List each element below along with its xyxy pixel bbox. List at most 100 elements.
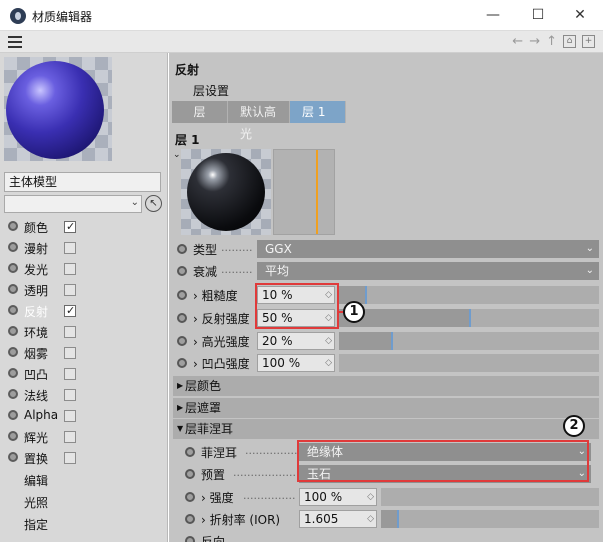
ior-row: › 折射率 (IOR) 1.605 ◇ (177, 509, 603, 529)
new-window-icon[interactable]: + (582, 35, 595, 48)
attenuation-row: 衰减 ........... 平均 ⌄ (169, 261, 603, 281)
layer-preview[interactable] (181, 149, 271, 235)
bump-strength-input[interactable]: 100 % ◇ (257, 354, 335, 372)
material-combo[interactable]: ⌄ (4, 195, 142, 213)
bump-strength-row: › 凹凸强度 100 % ◇ (169, 353, 603, 373)
leader-dots: ............... (245, 444, 297, 457)
animate-dot-icon[interactable] (177, 266, 187, 276)
group-layer-color[interactable]: ▶ 层颜色 (173, 376, 599, 396)
channel-checkbox[interactable] (64, 242, 76, 254)
specular-strength-slider[interactable] (339, 332, 599, 350)
animate-dot-icon[interactable] (185, 469, 195, 479)
animate-dot-icon[interactable] (185, 514, 195, 524)
slider-handle[interactable] (391, 332, 393, 350)
attenuation-label: 衰减 (193, 265, 218, 279)
tab-default-specular[interactable]: 默认高光 (228, 101, 290, 141)
spinner-icon[interactable]: ◇ (325, 333, 332, 349)
pick-cursor-icon[interactable]: ↖ (145, 195, 162, 212)
channel-checkbox[interactable] (64, 452, 76, 464)
spinner-icon[interactable]: ◇ (325, 355, 332, 371)
fresnel-strength-row: › 强度 ............... 100 % ◇ (177, 487, 603, 507)
channel-checkbox[interactable] (64, 284, 76, 296)
channel-displacement[interactable]: 置换 (0, 447, 168, 468)
channel-checkbox[interactable] (64, 347, 76, 359)
channel-checkbox[interactable] (64, 326, 76, 338)
group-layer-fresnel[interactable]: ▼ 层菲涅耳 (173, 419, 599, 439)
reflection-strength-slider[interactable] (339, 309, 599, 327)
channel-checkbox[interactable] (64, 389, 76, 401)
channel-environment[interactable]: 环境 (0, 321, 168, 342)
tab-layers[interactable]: 层 (172, 101, 228, 123)
animate-dot-icon[interactable] (177, 336, 187, 346)
group-layer-mask[interactable]: ▶ 层遮罩 (173, 398, 599, 418)
channel-checkbox[interactable] (64, 431, 76, 443)
channel-checkbox[interactable] (64, 368, 76, 380)
layer-header: 层 1 (175, 133, 200, 147)
animate-dot-icon[interactable] (177, 313, 187, 323)
channel-glow[interactable]: 辉光 (0, 426, 168, 447)
slider-handle[interactable] (397, 510, 399, 528)
close-button[interactable]: ✕ (565, 4, 595, 26)
title-bar: 材质编辑器 — ☐ ✕ (0, 0, 603, 31)
expand-arrow-icon: ▶ (177, 403, 184, 412)
material-name-field[interactable]: 主体模型 (4, 172, 161, 192)
forward-arrow-icon[interactable]: → (529, 33, 540, 51)
attenuation-dropdown[interactable]: 平均 ⌄ (257, 262, 599, 280)
lock-icon[interactable]: ⌂ (563, 35, 576, 48)
preview-sphere (6, 61, 104, 159)
ior-input[interactable]: 1.605 ◇ (299, 510, 377, 528)
falloff-graph[interactable] (273, 149, 335, 235)
animate-dot-icon[interactable] (177, 244, 187, 254)
collapse-arrow-icon[interactable]: ⌄ (173, 150, 181, 160)
fresnel-strength-input[interactable]: 100 % ◇ (299, 488, 377, 506)
spinner-icon[interactable]: ◇ (367, 489, 374, 505)
animate-dot-icon[interactable] (185, 492, 195, 502)
channel-color[interactable]: 颜色 (0, 216, 168, 237)
illumination-item[interactable]: 光照 (24, 494, 48, 511)
channel-checkbox[interactable] (64, 304, 76, 317)
channel-normal[interactable]: 法线 (0, 384, 168, 405)
channel-luminance[interactable]: 发光 (0, 258, 168, 279)
tab-layer-1[interactable]: 层 1 (290, 101, 346, 123)
slider-handle[interactable] (469, 309, 471, 327)
channel-checkbox[interactable] (64, 263, 76, 275)
fresnel-strength-slider[interactable] (381, 488, 599, 506)
minimize-button[interactable]: — (478, 4, 508, 26)
animate-dot-icon[interactable] (185, 447, 195, 457)
animate-dot-icon[interactable] (177, 290, 187, 300)
editor-item[interactable]: 编辑 (24, 472, 48, 489)
channel-checkbox[interactable] (64, 220, 76, 233)
back-arrow-icon[interactable]: ← (512, 33, 523, 51)
specular-strength-input[interactable]: 20 % ◇ (257, 332, 335, 350)
channel-alpha[interactable]: Alpha (0, 405, 168, 426)
assignment-item[interactable]: 指定 (24, 516, 48, 533)
channel-transparency[interactable]: 透明 (0, 279, 168, 300)
up-arrow-icon[interactable]: ↑ (546, 33, 557, 51)
roughness-label: › 粗糙度 (193, 289, 238, 303)
channel-label: 颜色 (24, 221, 49, 235)
leader-dots: ............... (243, 489, 296, 502)
material-preview[interactable] (4, 57, 112, 161)
layer-tabs: 层 默认高光 层 1 (172, 101, 346, 141)
bump-strength-slider[interactable] (339, 354, 599, 372)
ior-slider[interactable] (381, 510, 599, 528)
spinner-icon[interactable]: ◇ (367, 511, 374, 527)
animate-dot-icon[interactable] (177, 358, 187, 368)
type-dropdown[interactable]: GGX ⌄ (257, 240, 599, 258)
channel-checkbox[interactable] (64, 410, 76, 422)
channel-label: 漫射 (24, 242, 49, 256)
channel-label: 辉光 (24, 431, 49, 445)
maximize-button[interactable]: ☐ (523, 4, 553, 26)
channel-bump[interactable]: 凹凸 (0, 363, 168, 384)
roughness-slider[interactable] (339, 286, 599, 304)
callout-badge-1: 1 (343, 301, 365, 323)
channel-dot-icon (8, 410, 18, 420)
animate-dot-icon[interactable] (185, 536, 195, 542)
slider-handle[interactable] (365, 286, 367, 304)
channel-diffusion[interactable]: 漫射 (0, 237, 168, 258)
channel-fog[interactable]: 烟雾 (0, 342, 168, 363)
channel-dot-icon (8, 221, 18, 231)
channel-reflectance[interactable]: 反射 (0, 300, 168, 321)
specular-strength-value: 20 % (262, 334, 293, 348)
menu-icon[interactable] (8, 36, 22, 48)
